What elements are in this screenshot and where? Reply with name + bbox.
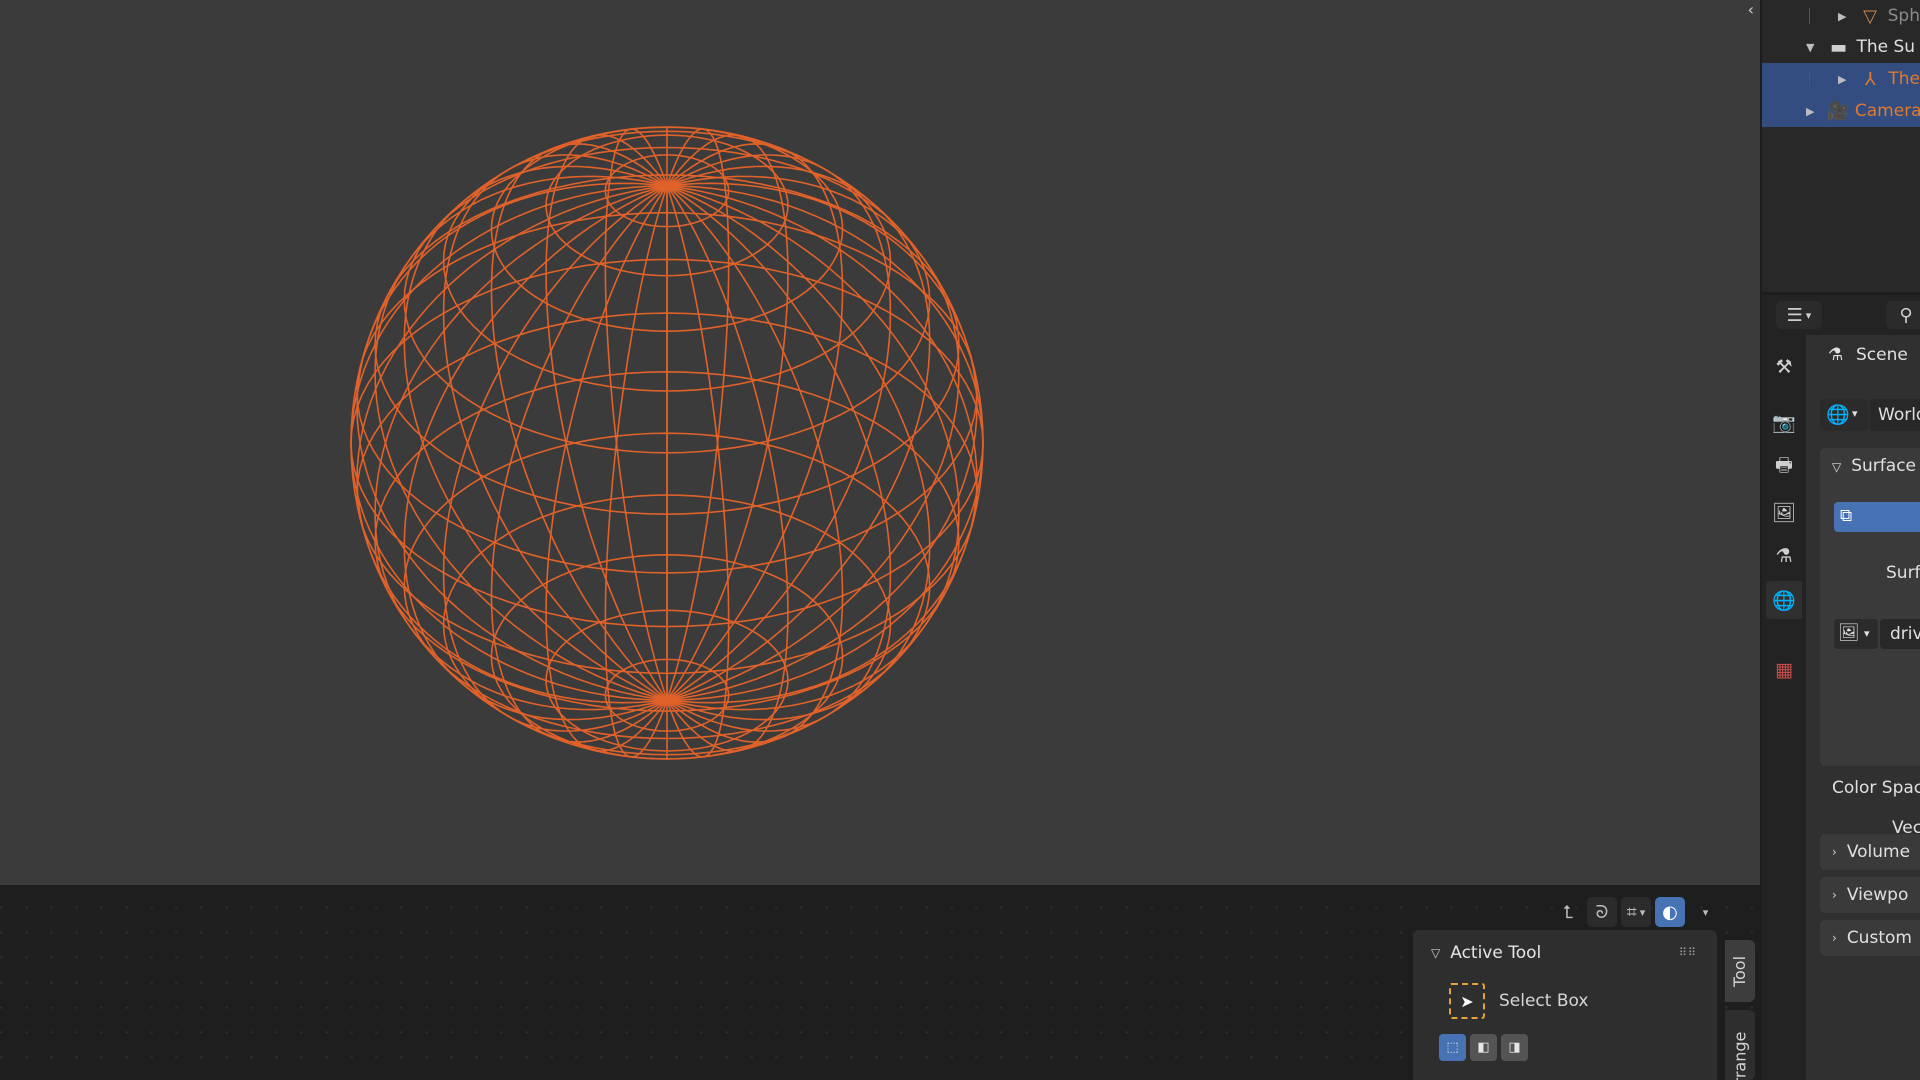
- collapse-arrow-icon[interactable]: ▼: [1806, 41, 1814, 54]
- world-icon: 🌐: [1826, 404, 1850, 426]
- image-name-value: driv: [1890, 624, 1920, 644]
- chevron-right-icon: ›: [1832, 845, 1837, 859]
- tool-tab-icon[interactable]: ⚒: [1766, 348, 1802, 386]
- snap-toggle-icon[interactable]: ᘐ: [1587, 897, 1617, 927]
- surface-panel-header[interactable]: ▽ Surface: [1832, 456, 1916, 476]
- wire-edge: [666, 185, 984, 701]
- volume-panel-header[interactable]: › Volume: [1820, 834, 1920, 870]
- empty-axes-icon: ⅄: [1864, 68, 1876, 90]
- mesh-icon: ▽: [1863, 5, 1877, 27]
- surface-label: Surf: [1886, 563, 1920, 583]
- mode-subtract-selection-icon[interactable]: ◨: [1501, 1034, 1528, 1061]
- chevron-right-icon: ›: [1832, 888, 1837, 902]
- active-tool-title: Active Tool: [1450, 943, 1542, 963]
- outliner-row-empty[interactable]: ▶ ⅄ The: [1762, 63, 1920, 95]
- expand-arrow-icon[interactable]: ▶: [1838, 10, 1846, 23]
- world-name-value: World: [1878, 405, 1920, 425]
- grid-snap-icon: ⌗: [1626, 901, 1637, 923]
- search-icon: ⚲: [1899, 304, 1913, 326]
- scene-icon: ⚗: [1828, 345, 1844, 365]
- overlays-icon: ◐: [1662, 901, 1678, 923]
- viewport-display-panel-header[interactable]: › Viewpo: [1820, 877, 1920, 913]
- snap-grid-dropdown[interactable]: ⌗ ▾: [1621, 897, 1651, 927]
- select-box-icon: ➤: [1449, 983, 1485, 1019]
- custom-properties-panel-header[interactable]: › Custom: [1820, 920, 1920, 956]
- texture-tab-icon[interactable]: ▦: [1766, 651, 1802, 689]
- parent-icon[interactable]: ⮤: [1553, 897, 1583, 927]
- node-tree-icon: ⧉: [1840, 506, 1853, 526]
- search-button[interactable]: ⚲: [1886, 301, 1920, 329]
- expand-arrow-icon[interactable]: ▶: [1838, 73, 1846, 86]
- chevron-down-icon: ▽: [1832, 460, 1842, 474]
- chevron-down-icon: ▾: [1852, 407, 1858, 420]
- image-icon: 🖼: [1838, 623, 1860, 643]
- sidebar-tab-arrange-label: Arrange: [1730, 1031, 1750, 1080]
- mode-extend-selection-icon[interactable]: ◧: [1470, 1034, 1497, 1061]
- properties-header: ☰ ▾ ⚲: [1762, 295, 1920, 335]
- chevron-down-icon: ▾: [1805, 308, 1812, 322]
- image-browse-dropdown[interactable]: 🖼 ▾: [1834, 619, 1878, 649]
- outliner: ▶ ▽ Sph ▼ ▬ The Su ▶ ⅄ The ▶ 🎥 Camera: [1762, 0, 1920, 292]
- chevron-down-icon: ▾: [1639, 905, 1646, 919]
- drag-grip-icon[interactable]: ⠿⠿: [1679, 946, 1697, 959]
- chevron-right-icon: ›: [1832, 931, 1837, 945]
- outliner-label: Sph: [1887, 6, 1920, 26]
- world-name-field[interactable]: World: [1870, 399, 1920, 431]
- tool-row[interactable]: ➤ Select Box: [1413, 976, 1717, 1026]
- tree-line: [1809, 8, 1810, 24]
- selection-mode-row: ⬚ ◧ ◨: [1413, 1034, 1717, 1061]
- outliner-label: Camera: [1854, 101, 1920, 121]
- expand-arrow-icon[interactable]: ▶: [1806, 105, 1814, 118]
- scene-tab-icon[interactable]: ⚗: [1766, 537, 1802, 575]
- node-editor-header-tools: ⮤ ᘐ ⌗ ▾ ◐ ▾: [1553, 897, 1719, 927]
- use-nodes-button[interactable]: ⧉: [1834, 502, 1920, 532]
- sidebar-tab-tool-label: Tool: [1730, 955, 1750, 987]
- collapse-arrow-icon[interactable]: ‹: [1748, 0, 1754, 19]
- properties-editor: ☰▾ ⚲ ⚒ 📷 🖶 🖼 ⚗ 🌐 ▦ ⚗ Scene 🌐 ▾ World ▽Su…: [1762, 295, 1920, 1080]
- active-tool-panel: ▽ Active Tool ⠿⠿ ➤ Select Box ⬚ ◧ ◨: [1413, 930, 1717, 1080]
- collection-icon: ▬: [1829, 36, 1847, 58]
- render-tab-icon[interactable]: 📷: [1766, 403, 1802, 441]
- mode-new-selection-icon[interactable]: ⬚: [1439, 1034, 1466, 1061]
- outliner-row-sphere[interactable]: ▶ ▽ Sph: [1762, 0, 1920, 32]
- overlays-toggle[interactable]: ◐: [1655, 897, 1685, 927]
- overlays-dropdown[interactable]: ▾: [1689, 897, 1719, 927]
- world-browse-dropdown[interactable]: 🌐 ▾: [1820, 399, 1868, 431]
- wire-edge: [350, 185, 668, 701]
- outliner-label: The Su: [1856, 37, 1916, 57]
- viewport-panel-title: Viewpo: [1846, 885, 1909, 905]
- chevron-down-icon: ▽: [1431, 946, 1441, 960]
- view-layer-tab-icon[interactable]: 🖼: [1766, 493, 1802, 531]
- uv-sphere-wireframe[interactable]: [0, 0, 1760, 885]
- outliner-row-camera[interactable]: ▶ 🎥 Camera: [1762, 95, 1920, 127]
- color-space-label: Color Spac: [1832, 778, 1920, 798]
- chevron-down-icon: ▾: [1864, 627, 1870, 640]
- chevron-down-icon: ▾: [1702, 905, 1709, 919]
- properties-editor-icon: ☰: [1786, 304, 1803, 326]
- custom-panel-title: Custom: [1846, 928, 1912, 948]
- editor-type-dropdown[interactable]: ☰ ▾: [1776, 301, 1822, 329]
- tree-line: [1809, 71, 1810, 87]
- tool-name: Select Box: [1499, 991, 1589, 1011]
- camera-icon: 🎥: [1826, 100, 1849, 122]
- image-name-field[interactable]: driv: [1880, 619, 1920, 649]
- sidebar-tab-tool[interactable]: Tool: [1725, 940, 1755, 1002]
- outliner-row-collection[interactable]: ▼ ▬ The Su: [1762, 31, 1920, 63]
- surface-panel-title: Surface: [1851, 456, 1916, 476]
- surface-panel: [1820, 448, 1920, 766]
- world-tab-icon[interactable]: 🌐: [1766, 581, 1802, 619]
- scene-breadcrumb: Scene: [1856, 345, 1908, 365]
- world-properties-content: ⚗ Scene 🌐 ▾ World ▽ Surface ⧉ Surf 🖼 ▾ dr…: [1820, 335, 1920, 1080]
- properties-tab-column: ⚒ 📷 🖶 🖼 ⚗ 🌐 ▦: [1762, 335, 1806, 1080]
- outliner-label: The: [1888, 69, 1920, 89]
- 3d-viewport[interactable]: ‹: [0, 0, 1760, 885]
- active-tool-header[interactable]: ▽ Active Tool: [1413, 930, 1717, 976]
- volume-panel-title: Volume: [1846, 842, 1911, 862]
- sidebar-tab-arrange[interactable]: Arrange: [1725, 1010, 1755, 1080]
- output-tab-icon[interactable]: 🖶: [1766, 448, 1802, 486]
